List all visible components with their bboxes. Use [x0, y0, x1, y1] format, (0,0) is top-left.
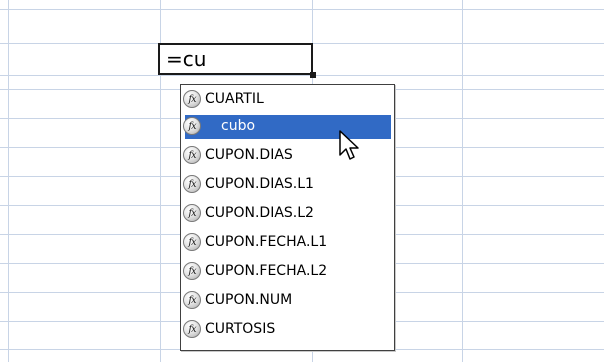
function-icon: fx	[183, 262, 201, 280]
function-autocomplete-list[interactable]: fx CUARTIL fx cubo fx CUPON.DIAS fx CUPO…	[180, 84, 395, 351]
autocomplete-item[interactable]: fx CURTOSIS	[183, 318, 391, 342]
column-gridline	[8, 0, 9, 362]
autocomplete-item-label: CUPON.FECHA.L1	[205, 234, 328, 250]
function-icon: fx	[183, 204, 201, 222]
column-gridline	[462, 0, 463, 362]
autocomplete-item[interactable]: fx CUPON.DIAS.L1	[183, 173, 391, 197]
autocomplete-item-label: CUPON.FECHA.L2	[205, 263, 328, 279]
row-gridline	[0, 9, 604, 10]
function-icon: fx	[183, 90, 201, 108]
fill-handle[interactable]	[310, 72, 316, 78]
function-icon: fx	[183, 233, 201, 251]
function-icon: fx	[183, 175, 201, 193]
autocomplete-item[interactable]: fx CUPON.FECHA.L2	[183, 260, 391, 284]
function-icon: fx	[183, 291, 201, 309]
autocomplete-item[interactable]: fx CUPON.NUM	[183, 289, 391, 313]
autocomplete-item-label: CUARTIL	[205, 91, 264, 107]
autocomplete-item-label: CUPON.DIAS	[205, 147, 293, 163]
function-icon: fx	[183, 320, 201, 338]
autocomplete-item[interactable]: fx CUARTIL	[183, 88, 391, 112]
autocomplete-item-label: cubo	[221, 118, 256, 134]
formula-text: =cu	[166, 47, 207, 71]
mouse-pointer-icon	[339, 130, 359, 160]
autocomplete-item[interactable]: fx CUPON.FECHA.L1	[183, 231, 391, 255]
autocomplete-item-label: CUPON.DIAS.L2	[205, 205, 314, 221]
active-cell-editor[interactable]: =cu	[158, 43, 313, 75]
autocomplete-item-label: CUPON.DIAS.L1	[205, 176, 314, 192]
function-icon: fx	[183, 146, 201, 164]
function-icon: fx	[183, 117, 201, 135]
autocomplete-item[interactable]: fx CUPON.DIAS.L2	[183, 202, 391, 226]
autocomplete-item-label: CURTOSIS	[205, 321, 276, 337]
row-gridline	[0, 75, 604, 76]
autocomplete-item-label: CUPON.NUM	[205, 292, 293, 308]
